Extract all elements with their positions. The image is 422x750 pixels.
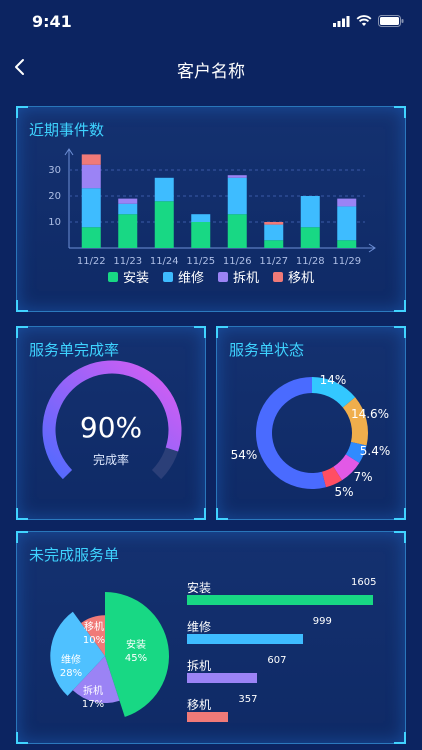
legend-swatch — [273, 271, 284, 282]
slice-label: 54% — [231, 448, 258, 462]
bar-fill — [187, 634, 303, 644]
bar-value: 607 — [267, 655, 287, 666]
bar-fill — [187, 712, 229, 722]
slice-label: 7% — [353, 470, 372, 484]
bar-fill — [187, 673, 258, 683]
bar-label: 维修 — [187, 620, 212, 634]
bar-segment — [264, 224, 284, 241]
wifi-icon — [356, 15, 372, 26]
bar-label: 移机 — [187, 698, 212, 712]
legend-label: 维修 — [177, 271, 204, 286]
bar-segment — [191, 222, 211, 248]
bar-segment — [227, 214, 247, 248]
signal-icon — [333, 15, 350, 27]
bar-segment — [264, 222, 284, 225]
unfinished-orders-card: 未完成服务单 安装 45% 拆机 17% 维修 28% 移机 10% 安装 1605 维修 9… — [16, 531, 406, 744]
x-tick-label: 11/28 — [296, 256, 325, 267]
bar-segment — [154, 177, 174, 202]
bar-value: 1605 — [351, 577, 377, 588]
slice-label: 14.6% — [351, 407, 389, 421]
x-tick-label: 11/22 — [77, 256, 106, 267]
bar-segment — [337, 206, 357, 241]
bar-label: 安装 — [187, 581, 212, 595]
legend-item: 移机 — [273, 267, 314, 286]
slice-label: 14% — [320, 373, 347, 387]
bar-segment — [227, 177, 247, 215]
donut-slice — [342, 397, 368, 446]
slice-name: 维修 — [61, 653, 81, 666]
nav-bar: 客户名称 — [0, 44, 422, 92]
x-tick-label: 11/24 — [150, 256, 179, 267]
bar-segment — [227, 175, 247, 178]
unfinished-bar-row: 拆机 607 — [187, 655, 387, 683]
bar-segment — [300, 227, 320, 248]
legend-label: 移机 — [288, 271, 315, 286]
bar-segment — [81, 188, 101, 228]
bar-segment — [191, 214, 211, 222]
bar-value: 357 — [238, 694, 258, 705]
unfinished-bar-row: 安装 1605 — [187, 577, 387, 605]
x-tick-label: 11/29 — [332, 256, 361, 267]
slice-label: 28% — [60, 668, 82, 679]
x-tick-label: 11/25 — [186, 256, 215, 267]
completion-label: 完成率 — [92, 453, 129, 467]
status-bar: 9:41 — [0, 0, 422, 44]
bar-segment — [264, 240, 284, 248]
unfinished-rose-chart: 安装 45% 拆机 17% 维修 28% 移机 10% — [50, 592, 169, 717]
x-tick-label: 11/23 — [113, 256, 142, 267]
slice-label: 5% — [334, 485, 353, 499]
bar-segment — [118, 214, 138, 248]
chart-legend: 安装 维修 拆机 移机 — [17, 267, 405, 286]
page-title: 客户名称 — [177, 62, 245, 82]
y-tick-label: 10 — [48, 217, 61, 228]
bar-segment — [118, 203, 138, 215]
recent-events-card: 近期事件数 10 20 30 11/22 11/23 11/24 11/25 11/26 11/… — [16, 106, 406, 312]
completion-rate-card: 服务单完成率 90% 完成率 — [16, 326, 206, 520]
bar-segment — [81, 164, 101, 189]
slice-name: 安装 — [126, 638, 146, 651]
slice-label: 45% — [125, 653, 147, 664]
order-status-card: 服务单状态 14% 14.6% 5.4% 7% 5% 54% — [216, 326, 406, 520]
status-time: 9:41 — [32, 12, 72, 31]
completion-value: 90% — [79, 411, 143, 444]
y-tick-label: 20 — [48, 191, 61, 202]
unfinished-bar-row: 维修 999 — [187, 616, 387, 644]
legend-swatch — [107, 271, 118, 282]
legend-item: 安装 — [107, 267, 149, 286]
bar-segment — [118, 198, 138, 204]
status-icons — [333, 15, 404, 27]
y-tick-label: 30 — [48, 165, 61, 176]
bar-segment — [154, 201, 174, 248]
unfinished-bar-row: 移机 357 — [187, 694, 387, 722]
recent-events-chart: 10 20 30 11/22 11/23 11/24 11/25 11/26 11/27 11/2… — [48, 148, 376, 267]
bar-segment — [300, 196, 320, 228]
order-status-donut: 14% 14.6% 5.4% 7%5% 54% — [231, 373, 391, 499]
bar-label: 拆机 — [187, 659, 212, 673]
bar-segment — [337, 240, 357, 248]
slice-label: 17% — [82, 699, 104, 710]
x-tick-label: 11/26 — [223, 256, 252, 267]
bar-segment — [81, 227, 101, 248]
slice-label: 10% — [83, 635, 105, 646]
slice-label: 5.4% — [360, 444, 391, 458]
slice-name: 移机 — [84, 620, 104, 633]
legend-swatch — [162, 271, 173, 282]
bar-value: 999 — [312, 616, 332, 627]
legend-item: 维修 — [162, 267, 204, 286]
bar-fill — [187, 595, 373, 605]
legend-label: 安装 — [122, 271, 149, 286]
legend-item: 拆机 — [218, 267, 259, 286]
legend-label: 拆机 — [233, 271, 260, 286]
donut-slice — [256, 377, 326, 489]
x-tick-label: 11/27 — [259, 256, 288, 267]
bar-segment — [81, 154, 101, 165]
legend-swatch — [218, 271, 228, 282]
battery-icon — [378, 15, 404, 27]
slice-name: 拆机 — [83, 684, 103, 697]
bar-segment — [337, 198, 357, 207]
